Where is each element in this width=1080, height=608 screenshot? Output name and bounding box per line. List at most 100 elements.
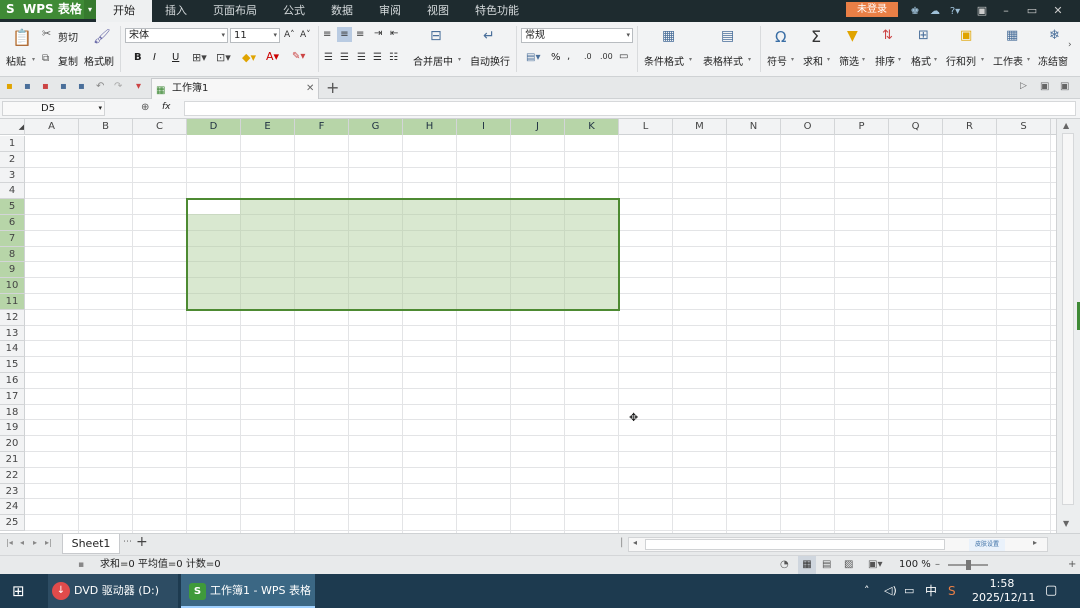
row-header-24[interactable]: 24 [0,499,25,516]
row-header-1[interactable]: 1 [0,136,25,152]
last-sheet-icon[interactable]: ▸| [45,538,52,547]
row-header-15[interactable]: 15 [0,357,25,373]
sort-button[interactable]: 排序 [875,53,895,68]
spreadsheet-grid[interactable]: ◢ A B C D E F G H I J K L M N O P Q R S 1 2 3 4 5 6 7 8 9 10 11 12 13 14… [0,119,1056,533]
row-header-8[interactable]: 8 [0,246,25,263]
rows-cols-icon[interactable]: ▣ [960,28,972,43]
help-icon[interactable]: ?▾ [948,6,962,17]
column-header-n[interactable]: N [727,119,781,135]
tab-view[interactable]: 视图 [414,0,462,22]
worksheet-button[interactable]: 工作表 [993,53,1023,68]
taskbar-item-wps[interactable]: S 工作簿1 - WPS 表格 [181,574,315,608]
copy-button[interactable]: 复制 [58,53,78,68]
first-sheet-icon[interactable]: |◂ [6,538,13,547]
tab-data[interactable]: 数据 [318,0,366,22]
table-style-button[interactable]: 表格样式 [703,53,743,68]
tab-special[interactable]: 特色功能 [462,0,532,22]
column-header-p[interactable]: P [835,119,889,135]
restore-doc-icon[interactable]: ▣ [1040,81,1049,92]
selection-range[interactable] [186,198,620,311]
column-header-e[interactable]: E [241,119,295,135]
row-header-20[interactable]: 20 [0,436,25,452]
row-header-19[interactable]: 19 [0,420,25,437]
scroll-down-icon[interactable]: ▼ [1063,519,1069,528]
zoom-formula-icon[interactable]: ⊕ [141,102,149,113]
row-header-7[interactable]: 7 [0,230,25,247]
cell-style-icon[interactable]: ⊡▾ [216,51,231,64]
underline-button[interactable]: U [172,52,179,63]
format-icon[interactable]: ⊞ [918,28,929,43]
align-center-icon[interactable]: ☰ [340,52,349,63]
row-header-11[interactable]: 11 [0,294,25,310]
row-header-17[interactable]: 17 [0,388,25,405]
document-tab[interactable]: ▦ 工作簿1 ✕ [151,78,319,99]
print-icon[interactable]: ▪ [60,81,67,92]
merge-center-button[interactable]: 合并居中 [413,53,453,68]
close-tab-icon[interactable]: ✕ [306,79,314,98]
prev-sheet-icon[interactable]: ◂ [20,538,24,547]
paste-icon[interactable]: 📋 [12,28,32,47]
format-button[interactable]: 格式 [911,53,931,68]
reading-view-icon[interactable]: ▨ [844,556,853,574]
align-left-icon[interactable]: ☰ [324,52,333,63]
row-header-21[interactable]: 21 [0,452,25,468]
notification-icon[interactable]: ▢ [1045,574,1057,608]
increase-decimal-icon[interactable]: .0 [584,52,592,61]
freeze-icon[interactable]: ❄ [1049,28,1060,43]
ime-indicator[interactable]: 中 [925,574,937,608]
zoom-in-icon[interactable]: + [1068,556,1076,574]
menu-dropdown-icon[interactable]: ▾ [84,0,96,19]
tray-expand-icon[interactable]: ˄ [864,574,870,608]
column-header-c[interactable]: C [133,119,187,135]
print-preview-icon[interactable]: ▪ [78,81,85,92]
cut-icon[interactable]: ✂ [42,27,51,40]
column-header-b[interactable]: B [79,119,133,135]
ribbon-scroll-icon[interactable]: › [1068,40,1072,50]
column-header-i[interactable]: I [457,119,511,135]
scroll-left-icon[interactable]: ◂ [633,538,637,547]
font-color-icon[interactable]: A▾ [266,50,279,63]
save-icon[interactable]: ▪ [24,81,31,92]
column-header-l[interactable]: L [619,119,673,135]
page-break-view-icon[interactable]: ▤ [822,556,831,574]
column-header-m[interactable]: M [673,119,727,135]
windows-start-icon[interactable]: ⊞ [12,574,25,608]
row-header-6[interactable]: 6 [0,215,25,231]
fullscreen-icon[interactable]: ▣▾ [868,556,882,574]
rows-cols-button[interactable]: 行和列 [946,53,976,68]
row-header-2[interactable]: 2 [0,151,25,168]
sort-icon[interactable]: ⇅ [882,28,893,43]
align-bottom-icon[interactable]: ≡ [356,29,364,40]
customize-toolbar-icon[interactable]: ▾ [136,81,141,92]
tab-insert[interactable]: 插入 [152,0,200,22]
conditional-format-button[interactable]: 条件格式 [644,53,684,68]
fill-color-icon[interactable]: ◆▾ [242,51,256,64]
sogou-ime-icon[interactable]: S [948,574,956,608]
new-tab-icon[interactable]: + [326,78,339,97]
row-header-22[interactable]: 22 [0,467,25,484]
maximize-button[interactable]: ▭ [1020,0,1044,22]
align-right-icon[interactable]: ☰ [357,52,366,63]
sheet-tab-sheet1[interactable]: Sheet1 [62,534,120,554]
split-handle-icon[interactable]: | [620,537,623,548]
network-icon[interactable]: ▭ [904,574,914,608]
row-header-23[interactable]: 23 [0,483,25,500]
percent-button[interactable]: % [551,52,561,63]
column-header-h[interactable]: H [403,119,457,135]
next-sheet-icon[interactable]: ▸ [33,538,37,547]
row-header-12[interactable]: 12 [0,309,25,326]
zoom-out-icon[interactable]: – [935,556,940,574]
font-name-select[interactable]: 宋体 ▾ [125,28,228,43]
indent-icon[interactable]: ⇤ [390,28,398,39]
row-header-16[interactable]: 16 [0,373,25,389]
close-doc-icon[interactable]: ▣ [1060,81,1069,92]
column-header-k[interactable]: K [565,119,619,135]
filter-button[interactable]: 筛选 [839,53,859,68]
symbol-icon[interactable]: Ω [775,28,786,46]
row-header-5[interactable]: 5 [0,199,25,215]
scroll-right-icon[interactable]: ▸ [1033,538,1037,547]
bold-button[interactable]: B [134,52,142,63]
ime-skin-settings[interactable]: 皮肤设置 [969,539,1005,551]
number-format-select[interactable]: 常规 ▾ [521,28,633,43]
orientation-icon[interactable]: ⇥ [374,28,382,39]
